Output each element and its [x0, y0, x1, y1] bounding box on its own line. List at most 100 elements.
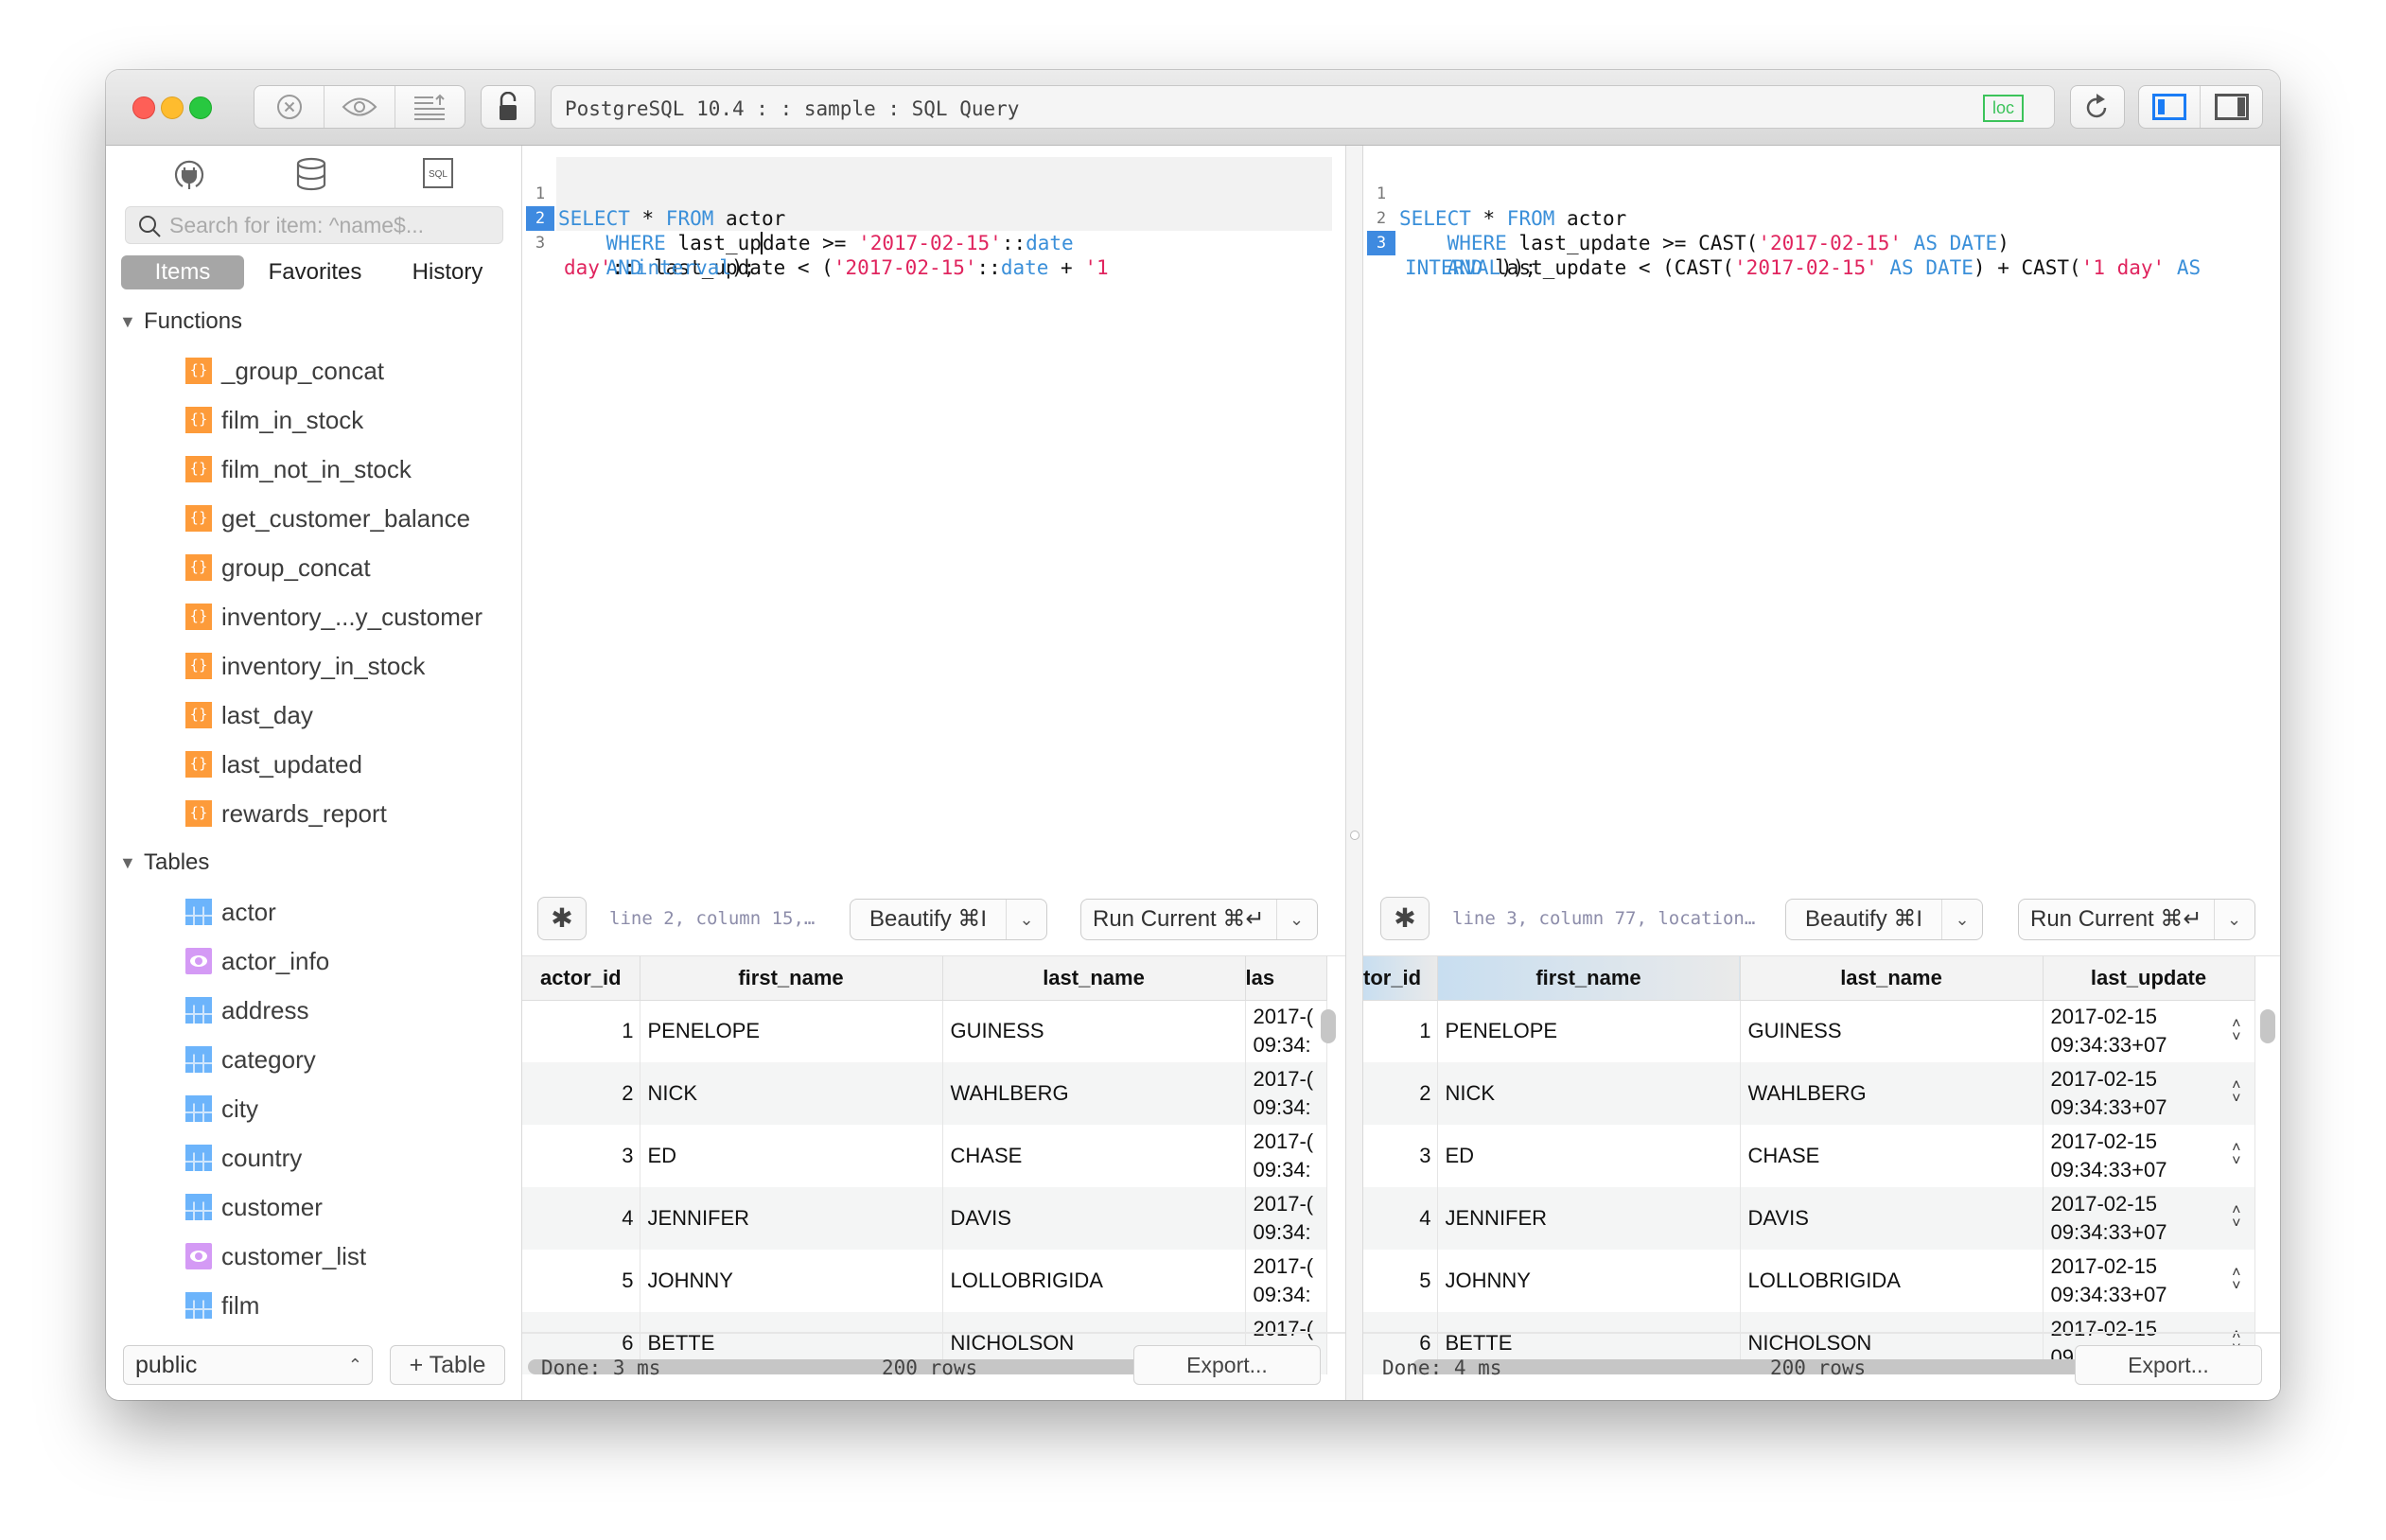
- tab-favorites[interactable]: Favorites: [254, 255, 377, 289]
- column-header[interactable]: last_name: [1740, 956, 2044, 1001]
- table-row[interactable]: 3 ED CHASE 2017-(09:34:: [522, 1125, 1327, 1187]
- function-item[interactable]: {} group_concat: [106, 543, 521, 592]
- cell[interactable]: 5: [1363, 1250, 1438, 1312]
- table-row[interactable]: 5 JOHNNY LOLLOBRIGIDA 2017-(09:34:: [522, 1250, 1327, 1312]
- refresh-button[interactable]: [2070, 85, 2125, 129]
- cell[interactable]: JOHNNY: [640, 1250, 943, 1312]
- function-item[interactable]: {} last_day: [106, 691, 521, 740]
- cell[interactable]: 2017-02-15 09:34:33+07 ˄˅: [2043, 1250, 2255, 1312]
- column-header[interactable]: las: [1245, 956, 1327, 1001]
- beautify-button[interactable]: Beautify ⌘I: [851, 900, 1008, 939]
- cell[interactable]: WAHLBERG: [942, 1062, 1246, 1125]
- cell[interactable]: 2017-(09:34:: [1245, 1250, 1327, 1312]
- cell[interactable]: GUINESS: [1740, 1000, 2044, 1062]
- cell[interactable]: ED: [640, 1125, 943, 1187]
- table-row[interactable]: 4 JENNIFER DAVIS 2017-02-15 09:34:33+07 ˄ ˅: [1363, 1187, 2255, 1250]
- cell[interactable]: LOLLOBRIGIDA: [1740, 1250, 2044, 1312]
- cell[interactable]: 3: [522, 1125, 640, 1187]
- editor-settings-button[interactable]: ✱: [537, 897, 587, 940]
- cell[interactable]: 2017-02-15 09:34:33+07 ˄˅: [2043, 1000, 2255, 1062]
- cell[interactable]: NICK: [1437, 1062, 1741, 1125]
- cell[interactable]: 2017-(09:34:: [1245, 1000, 1327, 1062]
- cell[interactable]: WAHLBERG: [1740, 1062, 2044, 1125]
- minimize-window-button[interactable]: [161, 96, 184, 119]
- function-item[interactable]: {} film_in_stock: [106, 395, 521, 445]
- cell[interactable]: JENNIFER: [640, 1187, 943, 1250]
- editor-settings-button[interactable]: ✱: [1380, 897, 1430, 940]
- view-item[interactable]: actor_info: [106, 936, 521, 986]
- export-lines-button[interactable]: [395, 86, 465, 128]
- cell[interactable]: 2017-02-15 09:34:33+07 ˄˅: [2043, 1125, 2255, 1187]
- group-functions[interactable]: ▼ Functions: [106, 297, 521, 346]
- disclosure-triangle-icon[interactable]: ▼: [119, 838, 136, 887]
- cell[interactable]: 2: [1363, 1062, 1438, 1125]
- cell[interactable]: 3: [1363, 1125, 1438, 1187]
- splitter-handle[interactable]: [1350, 831, 1360, 840]
- table-row[interactable]: 1 PENELOPE GUINESS 2017-(09:34:: [522, 1000, 1327, 1062]
- cell[interactable]: GUINESS: [942, 1000, 1246, 1062]
- zoom-window-button[interactable]: [189, 96, 212, 119]
- cell[interactable]: 4: [1363, 1187, 1438, 1250]
- cell[interactable]: ED: [1437, 1125, 1741, 1187]
- cell[interactable]: CHASE: [942, 1125, 1246, 1187]
- beautify-dropdown-chevron-icon[interactable]: ⌄: [1942, 900, 1982, 939]
- connection-button[interactable]: [172, 157, 206, 196]
- vertical-scrollbar[interactable]: [2260, 1009, 2275, 1043]
- table-item[interactable]: customer: [106, 1182, 521, 1232]
- cell[interactable]: 1: [522, 1000, 640, 1062]
- toggle-right-panel-button[interactable]: [2201, 86, 2262, 128]
- sql-query-button[interactable]: SQL: [422, 157, 454, 194]
- table-row[interactable]: 3 ED CHASE 2017-02-15 09:34:33+07 ˄ ˅: [1363, 1125, 2255, 1187]
- column-header[interactable]: first_name: [640, 956, 943, 1001]
- column-header[interactable]: actor_id: [522, 956, 640, 1001]
- beautify-dropdown-chevron-icon[interactable]: ⌄: [1007, 900, 1046, 939]
- column-header[interactable]: last_update: [2043, 956, 2255, 1001]
- cell[interactable]: 5: [522, 1250, 640, 1312]
- column-header[interactable]: first_name: [1437, 956, 1741, 1001]
- table-row[interactable]: 5 JOHNNY LOLLOBRIGIDA 2017-02-15 09:34:33+07…: [1363, 1250, 2255, 1312]
- table-item[interactable]: country: [106, 1133, 521, 1182]
- group-tables[interactable]: ▼ Tables: [106, 838, 521, 887]
- run-dropdown-chevron-icon[interactable]: ⌄: [1277, 900, 1317, 939]
- function-item[interactable]: {} rewards_report: [106, 789, 521, 838]
- cell[interactable]: JENNIFER: [1437, 1187, 1741, 1250]
- preview-button[interactable]: [325, 86, 395, 128]
- table-row[interactable]: 2 NICK WAHLBERG 2017-02-15 09:34:33+07 ˄ ˅: [1363, 1062, 2255, 1125]
- updown-chevron-icon[interactable]: ˄˅: [2232, 1016, 2240, 1044]
- cell[interactable]: DAVIS: [942, 1187, 1246, 1250]
- cell[interactable]: 2017-02-15 09:34:33+07 ˄˅: [2043, 1062, 2255, 1125]
- cell[interactable]: NICK: [640, 1062, 943, 1125]
- updown-chevron-icon[interactable]: ˄˅: [2232, 1141, 2240, 1169]
- cell[interactable]: JOHNNY: [1437, 1250, 1741, 1312]
- updown-chevron-icon[interactable]: ˄˅: [2232, 1266, 2240, 1294]
- cell[interactable]: PENELOPE: [1437, 1000, 1741, 1062]
- run-dropdown-chevron-icon[interactable]: ⌄: [2215, 900, 2254, 939]
- function-item[interactable]: {} inventory_in_stock: [106, 641, 521, 691]
- run-current-button[interactable]: Run Current ⌘↵: [2019, 900, 2215, 939]
- column-header[interactable]: last_name: [942, 956, 1246, 1001]
- table-item[interactable]: actor: [106, 887, 521, 936]
- beautify-button[interactable]: Beautify ⌘I: [1786, 900, 1943, 939]
- schema-select[interactable]: public ⌃: [123, 1345, 373, 1385]
- function-item[interactable]: {} last_updated: [106, 740, 521, 789]
- table-item[interactable]: address: [106, 986, 521, 1035]
- table-item[interactable]: city: [106, 1084, 521, 1133]
- tab-items[interactable]: Items: [121, 255, 244, 289]
- cell[interactable]: 2017-(09:34:: [1245, 1125, 1327, 1187]
- export-button[interactable]: Export...: [1133, 1345, 1321, 1385]
- search-input[interactable]: [169, 207, 491, 243]
- cell[interactable]: 4: [522, 1187, 640, 1250]
- function-item[interactable]: {} _group_concat: [106, 346, 521, 395]
- function-item[interactable]: {} inventory_...y_customer: [106, 592, 521, 641]
- cell[interactable]: DAVIS: [1740, 1187, 2044, 1250]
- function-item[interactable]: {} film_not_in_stock: [106, 445, 521, 494]
- vertical-scrollbar[interactable]: [1321, 1009, 1336, 1043]
- table-row[interactable]: 4 JENNIFER DAVIS 2017-(09:34:: [522, 1187, 1327, 1250]
- cell[interactable]: CHASE: [1740, 1125, 2044, 1187]
- table-row[interactable]: 2 NICK WAHLBERG 2017-(09:34:: [522, 1062, 1327, 1125]
- database-button[interactable]: [295, 157, 327, 196]
- disclosure-triangle-icon[interactable]: ▼: [119, 297, 136, 346]
- cell[interactable]: 2017-(09:34:: [1245, 1187, 1327, 1250]
- table-row[interactable]: 1 PENELOPE GUINESS 2017-02-15 09:34:33+07 ˄ ˅: [1363, 1000, 2255, 1062]
- updown-chevron-icon[interactable]: ˄˅: [2232, 1203, 2240, 1232]
